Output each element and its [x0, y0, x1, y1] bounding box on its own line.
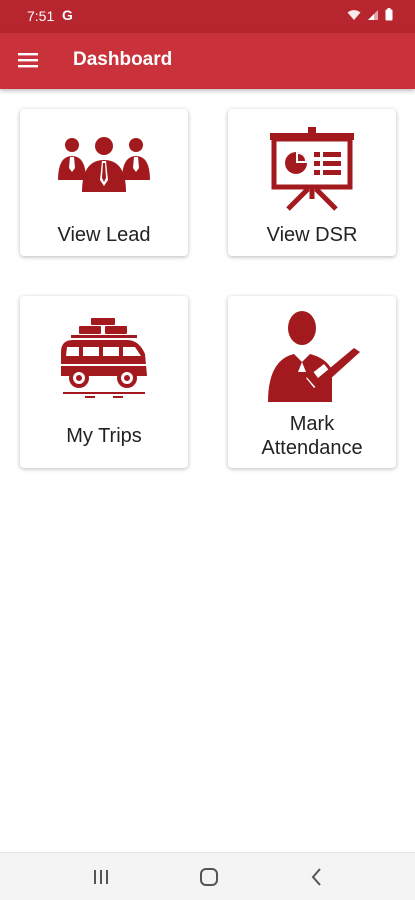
recent-apps-icon[interactable]: [90, 866, 112, 888]
my-trips-label: My Trips: [66, 425, 142, 447]
hamburger-menu-icon[interactable]: [18, 51, 40, 71]
mark-attendance-tile[interactable]: Mark Attendance: [228, 296, 396, 468]
google-icon: G: [62, 7, 73, 23]
team-leads-icon: [58, 137, 150, 192]
signal-icon: [368, 9, 378, 20]
van-with-luggage-icon: [61, 318, 147, 398]
mark-attendance-label-line2: Attendance: [261, 437, 363, 459]
view-lead-label: View Lead: [57, 224, 151, 246]
system-nav-bar: [0, 852, 415, 900]
my-trips-tile[interactable]: My Trips: [20, 296, 188, 468]
view-dsr-tile[interactable]: View DSR: [228, 109, 396, 256]
wifi-icon: [347, 9, 361, 20]
view-dsr-label: View DSR: [266, 224, 358, 246]
app-bar: Dashboard: [0, 33, 415, 89]
page-title: Dashboard: [73, 49, 173, 70]
presentation-board-icon: [270, 127, 354, 211]
battery-icon: [385, 8, 393, 21]
mark-attendance-label-line1: Mark: [289, 413, 335, 435]
person-checkmark-icon: [268, 311, 360, 402]
status-time: 7:51: [27, 8, 55, 24]
home-icon[interactable]: [198, 866, 220, 888]
status-icons: [347, 8, 393, 21]
back-icon[interactable]: [306, 866, 328, 888]
status-bar: 7:51 G: [0, 0, 415, 33]
view-lead-tile[interactable]: View Lead: [20, 109, 188, 256]
